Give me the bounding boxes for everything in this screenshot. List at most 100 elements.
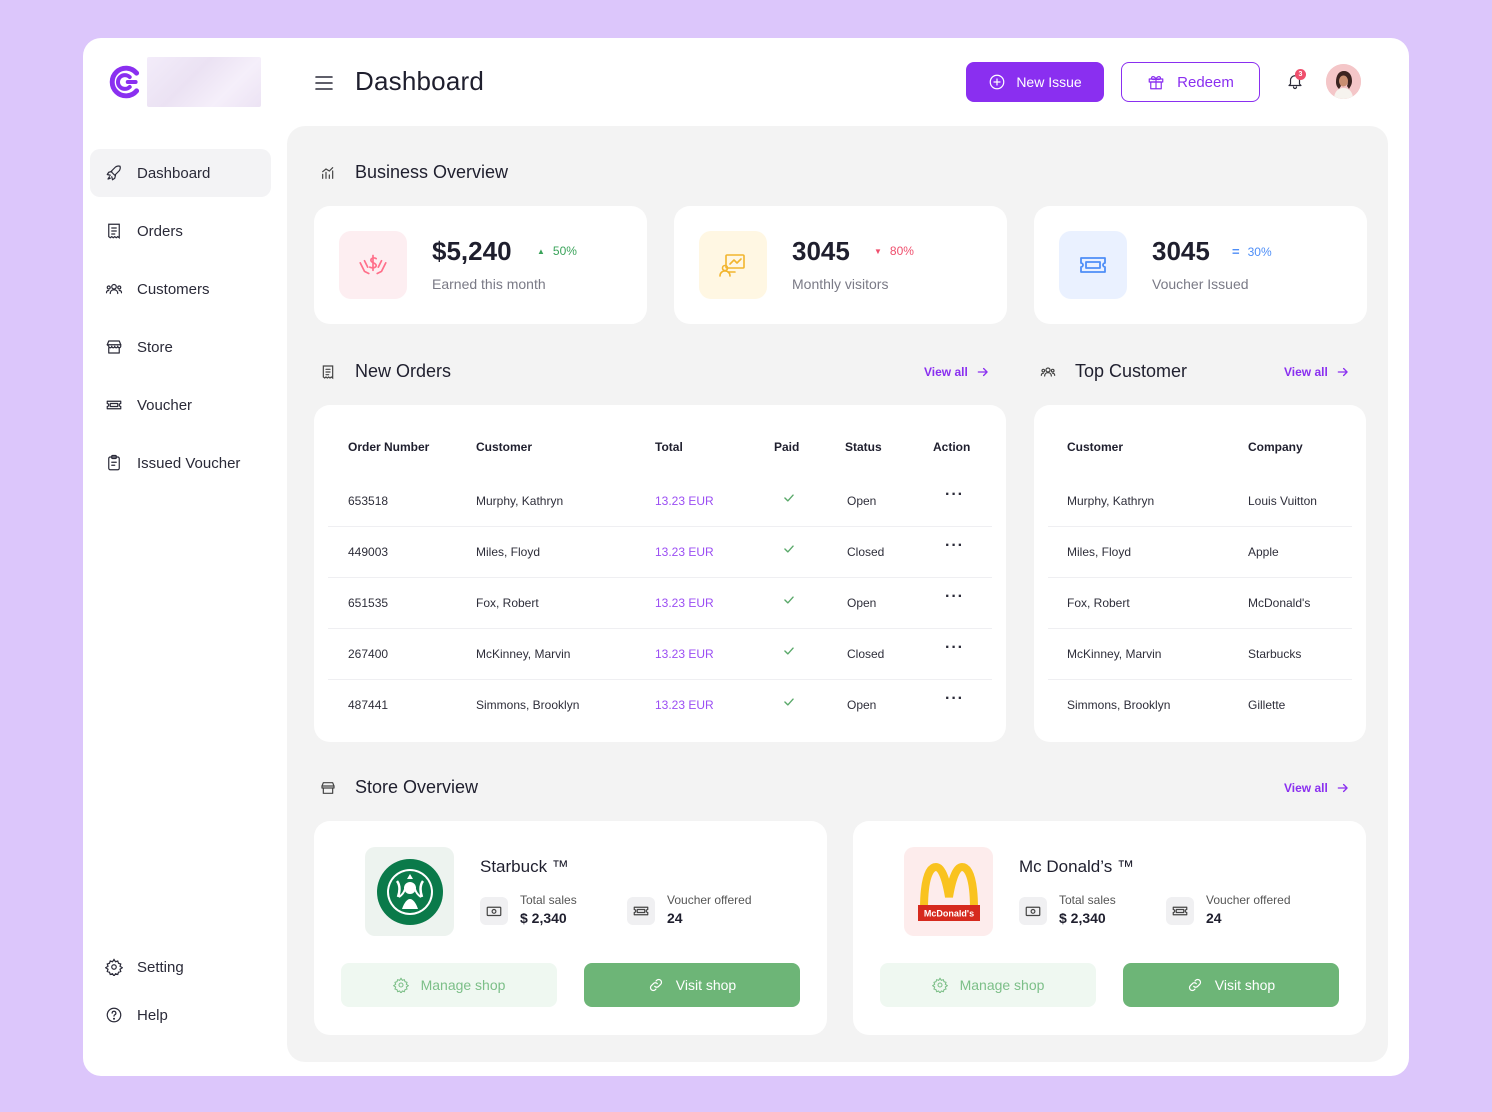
arrow-right-icon (977, 367, 988, 377)
paid-check-icon (782, 644, 796, 661)
top-customer-table: Customer Company Murphy, Kathryn Louis V… (1034, 405, 1366, 742)
gear-icon (392, 977, 409, 993)
metric-value: 24 (1206, 910, 1222, 926)
visit-shop-button[interactable]: Visit shop (584, 963, 800, 1007)
top-customer-view-all-link[interactable]: View all (1284, 365, 1350, 379)
total-sales-metric: Total sales $ 2,340 (480, 893, 577, 926)
metric-label: Voucher offered (1206, 893, 1291, 907)
ticket-icon (105, 396, 123, 414)
store-icon (319, 779, 337, 797)
order-total: 13.23 EUR (655, 698, 714, 712)
table-row[interactable]: 449003 Miles, Floyd 13.23 EUR Closed ··· (328, 527, 992, 578)
stat-card-earnings: $5,240 ▲ 50% Earned this month (314, 206, 647, 324)
table-row[interactable]: 487441 Simmons, Brooklyn 13.23 EUR Open … (328, 680, 992, 731)
logo-wordmark-blurred (146, 57, 261, 107)
order-number: 267400 (348, 647, 389, 661)
new-orders-view-all-link[interactable]: View all (924, 365, 990, 379)
receipt-icon (319, 363, 337, 381)
manage-shop-button[interactable]: Manage shop (341, 963, 557, 1007)
sidebar-item-voucher[interactable]: Voucher (90, 381, 271, 429)
section-title-text: New Orders (355, 361, 452, 381)
more-actions-icon[interactable]: ··· (945, 588, 964, 606)
users-icon (105, 280, 123, 298)
more-actions-icon[interactable]: ··· (945, 537, 964, 555)
store-overview-view-all-link[interactable]: View all (1284, 781, 1350, 795)
notifications-button[interactable]: 3 (1281, 65, 1309, 97)
sidebar-item-customers[interactable]: Customers (90, 265, 271, 313)
stat-change-text: 50% (552, 244, 577, 258)
sidebar-item-dashboard[interactable]: Dashboard (90, 149, 271, 197)
avatar[interactable] (1326, 64, 1361, 99)
manage-shop-button[interactable]: Manage shop (880, 963, 1096, 1007)
table-row[interactable]: 267400 McKinney, Marvin 13.23 EUR Closed… (328, 629, 992, 680)
view-all-label: View all (1284, 365, 1328, 379)
trend-up-icon: ▲ (537, 246, 545, 256)
order-status: Closed (847, 647, 885, 661)
table-row[interactable]: McKinney, Marvin Starbucks (1048, 629, 1352, 680)
sidebar-item-issued-voucher[interactable]: Issued Voucher (90, 439, 271, 487)
table-row[interactable]: Simmons, Brooklyn Gillette (1048, 680, 1352, 731)
chart-icon (319, 164, 337, 182)
table-row[interactable]: Fox, Robert McDonald's (1048, 578, 1352, 629)
hamburger-menu-icon[interactable] (314, 73, 334, 93)
table-row[interactable]: 651535 Fox, Robert 13.23 EUR Open ··· (328, 578, 992, 629)
new-issue-label: New Issue (1016, 74, 1082, 90)
plus-circle-icon (989, 74, 1005, 90)
order-number: 651535 (348, 596, 389, 610)
sidebar-item-orders[interactable]: Orders (90, 207, 271, 255)
voucher-offered-metric: Voucher offered 24 (627, 893, 752, 926)
redeem-button[interactable]: Redeem (1121, 62, 1260, 102)
table-row[interactable]: 653518 Murphy, Kathryn 13.23 EUR Open ··… (328, 476, 992, 527)
order-status: Open (847, 494, 877, 508)
customer-name: McKinney, Marvin (1067, 647, 1162, 661)
stat-value: 3045 (792, 236, 850, 266)
sidebar-item-label: Dashboard (137, 164, 211, 182)
order-status: Open (847, 596, 877, 610)
sidebar-item-label: Orders (137, 222, 183, 240)
company-name: Apple (1248, 545, 1279, 559)
customer-name: McKinney, Marvin (476, 647, 571, 661)
money-hands-icon (339, 231, 407, 299)
sidebar-item-store[interactable]: Store (90, 323, 271, 371)
customer-name: Simmons, Brooklyn (476, 698, 580, 712)
sidebar-item-label: Issued Voucher (137, 454, 241, 472)
stat-value: 3045 (1152, 236, 1210, 266)
ticket-icon (1059, 231, 1127, 299)
app-window: Dashboard Orders Customers Store Voucher (83, 38, 1409, 1076)
more-actions-icon[interactable]: ··· (945, 690, 964, 708)
stat-value: $5,240 (432, 236, 512, 266)
more-actions-icon[interactable]: ··· (945, 486, 964, 504)
paid-check-icon (782, 491, 796, 508)
metric-label: Voucher offered (667, 893, 752, 907)
manage-shop-label: Manage shop (959, 977, 1045, 993)
ticket-icon (1166, 897, 1194, 925)
brand-logo[interactable] (107, 57, 261, 107)
trend-down-icon: ▼ (874, 246, 882, 256)
content-panel: Business Overview $5,240 ▲ 50% Earned th… (287, 126, 1388, 1062)
paid-check-icon (782, 542, 796, 559)
stat-change: ▼ 80% (874, 244, 914, 258)
metric-value: $ 2,340 (1059, 910, 1106, 926)
sidebar-item-help[interactable]: Help (90, 991, 271, 1039)
company-name: Starbucks (1248, 647, 1302, 661)
arrow-right-icon (1337, 783, 1348, 793)
store-name: Starbuck ™ (480, 857, 569, 876)
stat-card-visitors: 3045 ▼ 80% Monthly visitors (674, 206, 1007, 324)
sidebar-item-setting[interactable]: Setting (90, 943, 271, 991)
order-total: 13.23 EUR (655, 647, 714, 661)
order-number: 653518 (348, 494, 389, 508)
new-issue-button[interactable]: New Issue (966, 62, 1104, 102)
store-card-mcdonalds: McDonald's Mc Donald’s ™ Total sales $ 2… (853, 821, 1366, 1035)
table-row[interactable]: Murphy, Kathryn Louis Vuitton (1048, 476, 1352, 527)
stat-change-text: 80% (889, 244, 914, 258)
visit-shop-button[interactable]: Visit shop (1123, 963, 1339, 1007)
sidebar-item-label: Customers (137, 280, 210, 298)
gear-icon (105, 958, 123, 976)
column-header: Paid (774, 440, 800, 454)
order-total: 13.23 EUR (655, 545, 714, 559)
table-row[interactable]: Miles, Floyd Apple (1048, 527, 1352, 578)
stat-change: ▲ 50% (537, 244, 577, 258)
column-header: Company (1248, 440, 1303, 454)
new-orders-table: Order Number Customer Total Paid Status … (314, 405, 1006, 742)
more-actions-icon[interactable]: ··· (945, 639, 964, 657)
